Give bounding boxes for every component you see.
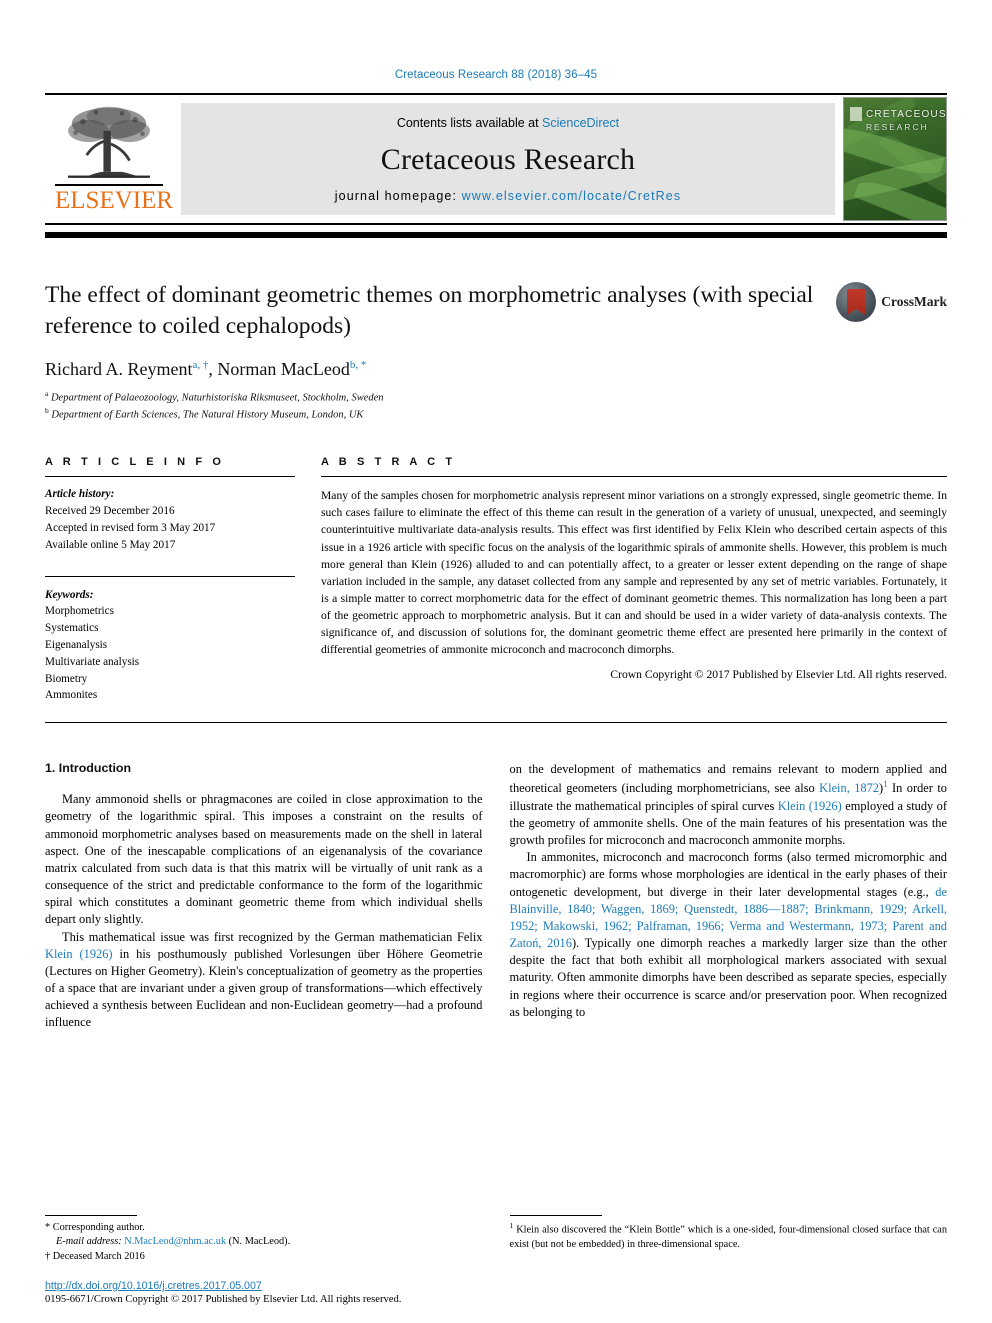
journal-homepage-line: journal homepage: www.elsevier.com/locat… <box>335 189 681 203</box>
email-label: E-mail address: <box>56 1236 122 1248</box>
footnote-rule <box>45 1214 137 1216</box>
history-received: Received 29 December 2016 <box>45 505 175 518</box>
footnote-text: Klein also discovered the “Klein Bottle”… <box>509 1223 948 1250</box>
footnote-deceased: † Deceased March 2016 <box>45 1250 483 1265</box>
footnote-text: Corresponding author. <box>52 1221 145 1233</box>
elsevier-tree-icon <box>68 106 150 178</box>
paragraph: In ammonites, microconch and macroconch … <box>510 849 948 1021</box>
footnote-mark: 1 <box>509 1220 514 1230</box>
issn-copyright-line: 0195-6671/Crown Copyright © 2017 Publish… <box>45 1294 402 1305</box>
keyword-item: Ammonites <box>45 689 98 702</box>
cover-title: CRETACEOUS RESEARCH <box>866 108 947 133</box>
abstract-column: A B S T R A C T Many of the samples chos… <box>321 456 947 704</box>
cover-elsevier-mark <box>850 107 862 121</box>
footnotes-right: 1 Klein also discovered the “Klein Bottl… <box>509 1214 948 1265</box>
author-2-name: Norman MacLeod <box>217 358 350 379</box>
footnotes-left: * Corresponding author. E-mail address: … <box>45 1214 483 1265</box>
journal-masthead: ELSEVIER Contents lists available at Sci… <box>45 93 947 225</box>
email-link[interactable]: N.MacLeod@nhm.ac.uk <box>124 1236 226 1247</box>
paragraph-text: This mathematical issue was first recogn… <box>62 929 483 944</box>
paragraph: Many ammonoid shells or phragmacones are… <box>45 792 483 927</box>
affiliations: a Department of Palaeozoology, Naturhist… <box>45 389 827 422</box>
info-abstract-row: A R T I C L E I N F O Article history: R… <box>45 456 947 704</box>
citation-link[interactable]: Klein (1926) <box>45 947 113 961</box>
cover-title-line1: CRETACEOUS <box>866 109 947 120</box>
footnote-klein-bottle: 1 Klein also discovered the “Klein Bottl… <box>510 1221 948 1253</box>
article-info-column: A R T I C L E I N F O Article history: R… <box>45 456 295 704</box>
footnote-corresponding-author: * Corresponding author. <box>45 1221 483 1236</box>
section-heading-introduction: 1. Introduction <box>45 761 132 776</box>
keyword-item: Systematics <box>45 622 99 635</box>
footnote-rule <box>509 1214 602 1216</box>
sciencedirect-link[interactable]: ScienceDirect <box>542 116 619 130</box>
keywords-block: Keywords: Morphometrics Systematics Eige… <box>45 575 295 705</box>
title-block: The effect of dominant geometric themes … <box>45 280 947 422</box>
citation-link[interactable]: Klein (1926) <box>778 799 842 813</box>
journal-cover-image: CRETACEOUS RESEARCH <box>843 97 947 221</box>
keyword-item: Biometry <box>45 672 88 685</box>
email-suffix: (N. MacLeod). <box>226 1236 291 1248</box>
article-page: Cretaceous Research 88 (2018) 36–45 ELSE… <box>0 0 992 1323</box>
body-columns: 1. Introduction Many ammonoid shells or … <box>45 761 947 1031</box>
journal-band: Contents lists available at ScienceDirec… <box>181 103 835 215</box>
page-title: The effect of dominant geometric themes … <box>45 282 814 340</box>
paragraph: on the development of mathematics and re… <box>510 761 948 849</box>
keywords-label: Keywords: <box>45 588 94 601</box>
footnote-text: Deceased March 2016 <box>52 1251 145 1263</box>
elsevier-wordmark: ELSEVIER <box>55 184 173 213</box>
paragraph-text: In ammonites, microconch and macroconch … <box>509 850 948 899</box>
running-head: Cretaceous Research 88 (2018) 36–45 <box>394 69 598 81</box>
abstract-text: Many of the samples chosen for morphomet… <box>321 489 947 656</box>
author-list: Richard A. Reymenta, †, Norman MacLeodb,… <box>45 358 367 379</box>
footnotes-row: * Corresponding author. E-mail address: … <box>45 1214 948 1265</box>
article-history-label: Article history: <box>45 488 115 501</box>
footnote-mark: * <box>45 1221 51 1233</box>
affiliation-a: a Department of Palaeozoology, Naturhist… <box>45 389 827 406</box>
homepage-prefix: journal homepage: <box>334 189 462 203</box>
author-2-marks[interactable]: b, * <box>350 359 367 371</box>
doi-block: http://dx.doi.org/10.1016/j.cretres.2017… <box>45 1280 485 1305</box>
masthead-bottom-rule <box>45 232 947 238</box>
elsevier-logo: ELSEVIER <box>45 103 173 215</box>
affiliation-b-text: Department of Earth Sciences, The Natura… <box>51 409 364 421</box>
footnote-email: E-mail address: N.MacLeod@nhm.ac.uk (N. … <box>45 1235 483 1250</box>
affiliation-a-mark: a <box>45 388 49 398</box>
abstract-heading: A B S T R A C T <box>321 456 456 469</box>
affiliation-b-mark: b <box>45 405 49 415</box>
paragraph: This mathematical issue was first recogn… <box>45 929 483 1032</box>
cover-title-line2: RESEARCH <box>866 121 929 132</box>
history-online: Available online 5 May 2017 <box>45 538 176 551</box>
doi-link[interactable]: http://dx.doi.org/10.1016/j.cretres.2017… <box>45 1280 485 1292</box>
article-history: Article history: Received 29 December 20… <box>45 477 295 553</box>
author-1-marks[interactable]: a, † <box>192 359 208 371</box>
keyword-item: Eigenanalysis <box>45 638 108 651</box>
keyword-item: Multivariate analysis <box>45 655 140 668</box>
abstract-copyright: Crown Copyright © 2017 Published by Else… <box>610 667 947 681</box>
keyword-item: Morphometrics <box>45 605 114 618</box>
journal-title: Cretaceous Research <box>380 142 636 176</box>
body-column-left: 1. Introduction Many ammonoid shells or … <box>45 761 483 1031</box>
citation-link[interactable]: Klein, 1872 <box>819 781 879 795</box>
contents-prefix: Contents lists available at <box>396 116 543 130</box>
crossmark-badge[interactable]: CrossMark <box>836 282 947 322</box>
crossmark-label: CrossMark <box>881 294 947 309</box>
body-column-right: on the development of mathematics and re… <box>510 761 948 1031</box>
affiliation-a-text: Department of Palaeozoology, Naturhistor… <box>50 392 384 404</box>
article-info-heading: A R T I C L E I N F O <box>45 456 225 469</box>
author-1-name: Richard A. Reyment <box>45 358 193 379</box>
journal-homepage-link[interactable]: www.elsevier.com/locate/CretRes <box>462 189 682 203</box>
paragraph-text: ). Typically one dimorph reaches a marke… <box>509 936 948 1019</box>
contents-available-line: Contents lists available at ScienceDirec… <box>397 116 619 130</box>
abstract-bottom-rule <box>45 722 947 724</box>
abstract-body: Many of the samples chosen for morphomet… <box>321 477 947 682</box>
crossmark-icon <box>836 282 877 322</box>
footnote-mark: † <box>45 1251 51 1263</box>
affiliation-b: b Department of Earth Sciences, The Natu… <box>45 406 827 423</box>
history-accepted: Accepted in revised form 3 May 2017 <box>45 522 216 534</box>
